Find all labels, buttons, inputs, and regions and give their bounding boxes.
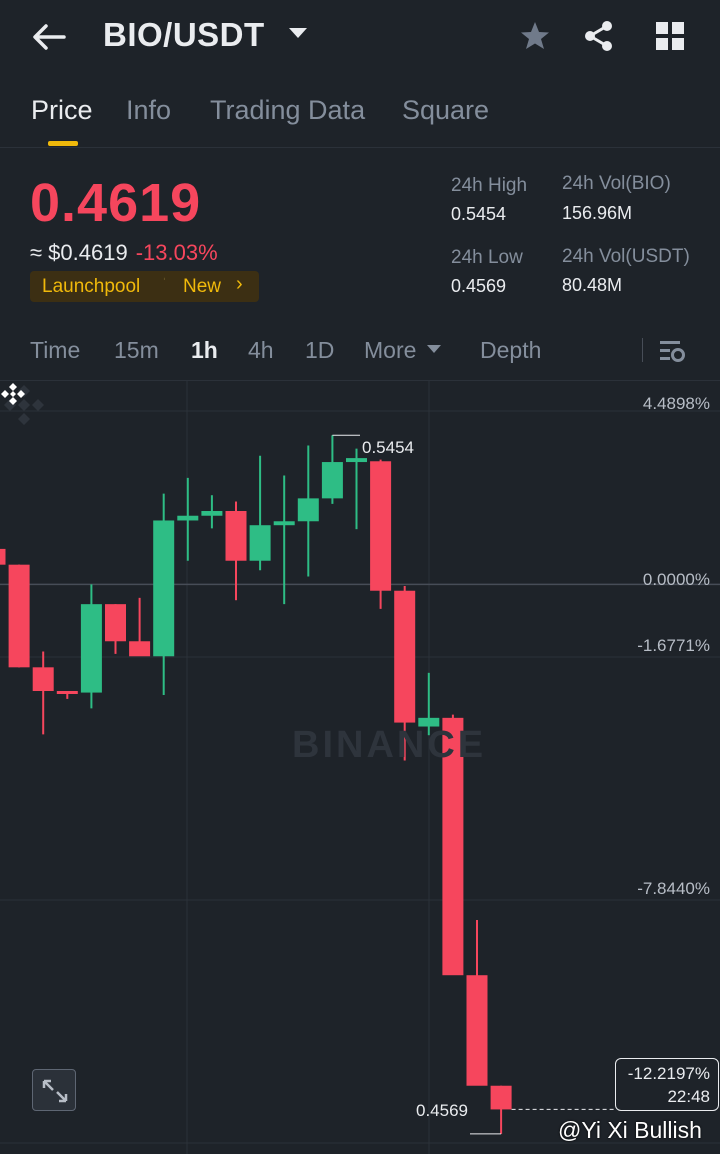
pct-scale-label: 0.0000% — [642, 570, 710, 589]
high-price-marker: 0.5454 — [362, 438, 414, 457]
candle-body — [32, 667, 54, 691]
candle-body — [8, 564, 30, 668]
high-value: 0.5454 — [451, 204, 507, 224]
binance-credit-logo — [1, 383, 25, 405]
chevron-right-icon: › — [236, 273, 243, 295]
launchpool-label: Launchpool — [42, 276, 141, 297]
expand-icon — [42, 1079, 68, 1103]
candle-body — [0, 548, 6, 565]
candle-body — [153, 520, 175, 657]
candle-body — [370, 461, 392, 591]
vol-base-label: 24h Vol(BIO) — [562, 173, 671, 194]
current-pct: -12.2197% — [627, 1064, 710, 1083]
pct-scale-label: -1.6771% — [637, 636, 710, 655]
pct-scale-label: -7.8440% — [637, 879, 710, 898]
pct-scale-label: 4.4898% — [642, 394, 710, 413]
low-value: 0.4569 — [451, 276, 507, 296]
candle-body — [177, 515, 199, 521]
candle-body — [466, 975, 488, 1086]
more-caret-icon — [427, 345, 441, 353]
interval-1h[interactable]: 1h — [191, 337, 218, 364]
candle-body — [225, 511, 247, 561]
chevron-down-icon[interactable] — [289, 28, 307, 38]
candle-body — [273, 521, 295, 526]
top-bar: BIO/USDT — [0, 0, 720, 74]
tag-divider: ˈ — [162, 275, 167, 291]
candle-body — [80, 604, 102, 693]
interval-divider — [642, 338, 643, 362]
candle-body — [394, 590, 416, 723]
candle-countdown: 22:48 — [667, 1087, 710, 1106]
interval-time[interactable]: Time — [30, 337, 80, 364]
chart-watermark: BINANCE — [292, 724, 487, 766]
fullscreen-button[interactable] — [32, 1069, 76, 1111]
last-price: 0.4619 — [30, 173, 202, 233]
candle-body — [201, 511, 223, 516]
current-price-box[interactable]: -12.2197% 22:48 — [615, 1058, 719, 1111]
depth-tab[interactable]: Depth — [480, 337, 541, 364]
favorite-star-icon[interactable] — [518, 18, 552, 54]
tab-trading-data[interactable]: Trading Data — [210, 95, 365, 126]
change-percent: -13.03% — [135, 240, 218, 265]
interval-1d[interactable]: 1D — [305, 337, 334, 364]
interval-bar: Time 15m 1h 4h 1D More Depth — [0, 330, 720, 372]
high-label: 24h High — [451, 175, 528, 196]
tab-info[interactable]: Info — [126, 95, 171, 126]
price-usd-line: ≈ $0.4619 -13.03% — [30, 240, 218, 266]
interval-more[interactable]: More — [364, 337, 416, 364]
candlestick-chart[interactable]: BINANCE 4.4898% 0.0000% -1.6771% -7.8440… — [0, 380, 720, 1154]
chart-canvas — [0, 381, 720, 1154]
active-tab-indicator — [48, 141, 78, 146]
candle-body — [56, 691, 78, 694]
chart-settings-icon[interactable] — [658, 338, 686, 364]
candle-body — [129, 641, 151, 657]
candle-body — [105, 604, 126, 642]
share-icon[interactable] — [582, 18, 616, 54]
tab-square[interactable]: Square — [402, 95, 489, 126]
vol-base-value: 156.96M — [562, 203, 633, 223]
candle-body — [321, 462, 343, 499]
new-label: New — [183, 276, 222, 297]
candle-body — [249, 525, 271, 561]
vol-quote-label: 24h Vol(USDT) — [562, 246, 690, 267]
tab-price[interactable]: Price — [31, 95, 93, 126]
interval-4h[interactable]: 4h — [248, 337, 274, 364]
candle-body — [490, 1085, 512, 1110]
author-credit: @Yi Xi Bullish — [558, 1117, 702, 1143]
interval-15m[interactable]: 15m — [114, 337, 159, 364]
candle-body — [346, 458, 367, 463]
vol-quote-value: 80.48M — [562, 275, 623, 295]
candle-body — [297, 498, 319, 522]
back-arrow-icon[interactable] — [28, 20, 68, 54]
pair-title[interactable]: BIO/USDT — [103, 16, 265, 54]
usd-value: ≈ $0.4619 — [30, 240, 128, 265]
low-price-marker: 0.4569 — [416, 1101, 468, 1120]
main-tabs: Price Info Trading Data Square — [0, 86, 720, 148]
grid-menu-icon[interactable] — [653, 18, 687, 54]
low-label: 24h Low — [451, 247, 523, 268]
launchpool-tag[interactable]: Launchpool ˈ New › — [30, 271, 259, 302]
